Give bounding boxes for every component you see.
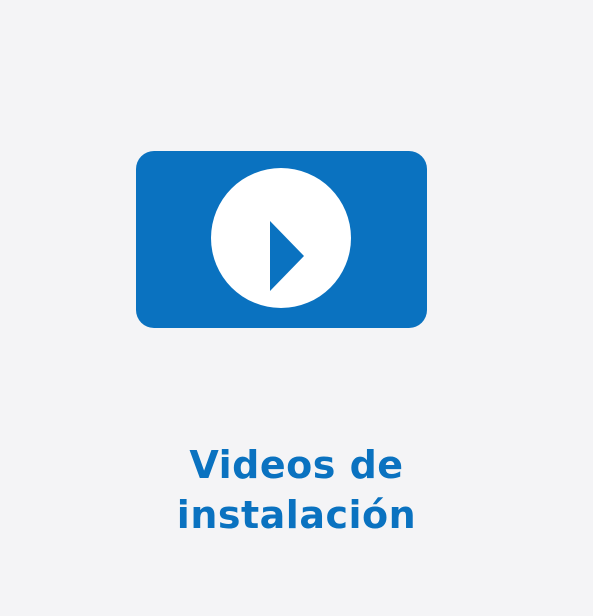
play-button-circle[interactable] (211, 168, 351, 308)
play-icon (270, 221, 304, 291)
caption-line-1: Videos de (189, 443, 404, 487)
video-thumbnail-button[interactable] (136, 151, 427, 328)
installation-videos-label[interactable]: Videos de instalación (0, 440, 593, 540)
caption-line-2: instalación (176, 493, 417, 537)
installation-videos-card[interactable]: Videos de instalación (0, 0, 593, 616)
